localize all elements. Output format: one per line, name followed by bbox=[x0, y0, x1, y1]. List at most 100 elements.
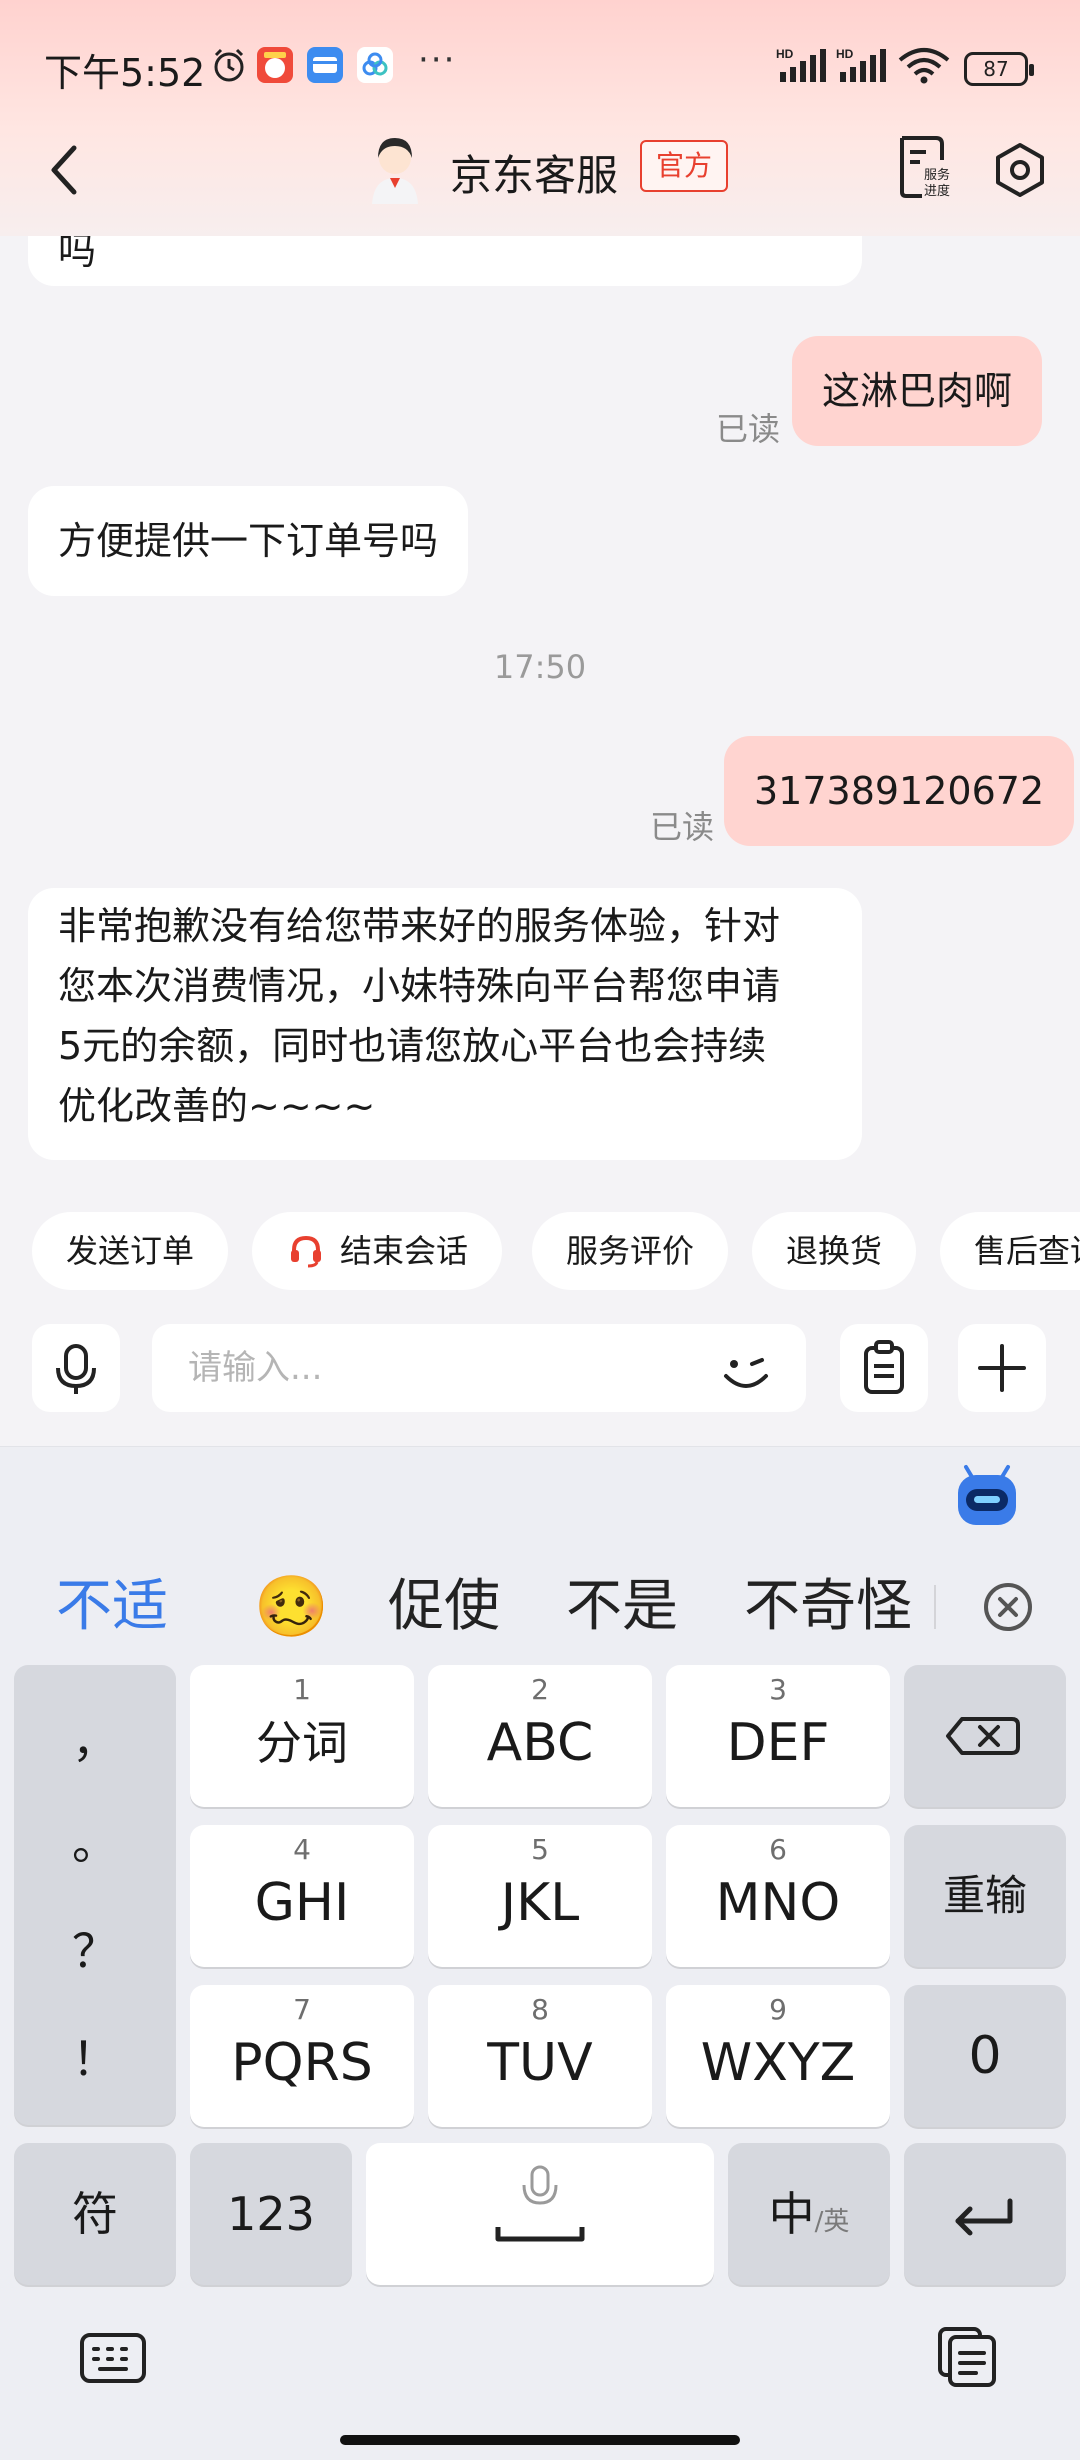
clipboard-icon bbox=[864, 1340, 904, 1394]
agent-avatar[interactable] bbox=[364, 132, 426, 204]
key-2-abc[interactable]: 2 ABC bbox=[428, 1665, 652, 1807]
service-progress-button[interactable]: 服务 进度 bbox=[896, 134, 956, 200]
enter-key[interactable] bbox=[904, 2143, 1066, 2285]
key-zero[interactable]: 0 bbox=[904, 1985, 1066, 2127]
key-5-jkl[interactable]: 5 JKL bbox=[428, 1825, 652, 1967]
key-label: ABC bbox=[486, 1713, 594, 1773]
message-bubble-agent[interactable]: 非常抱歉没有给您带来好的服务体验，针对 您本次消费情况，小妹特殊向平台帮您申请 … bbox=[28, 888, 862, 1160]
keyboard-bottom-bar bbox=[0, 2307, 1080, 2417]
key-number: 9 bbox=[769, 1993, 787, 2026]
battery-indicator: 87 bbox=[964, 52, 1034, 86]
key-number: 8 bbox=[531, 1993, 549, 2026]
key-label: TUV bbox=[487, 2033, 593, 2093]
wifi-icon bbox=[898, 48, 950, 84]
message-text: 吗 bbox=[58, 236, 97, 273]
key-label: 中 bbox=[768, 2187, 815, 2241]
message-bubble-mine[interactable]: 这淋巴肉啊 bbox=[792, 336, 1043, 446]
candidate-word[interactable]: 不是 bbox=[566, 1557, 678, 1657]
candidate-word[interactable]: 促使 bbox=[388, 1557, 500, 1657]
quick-reply-end-session[interactable]: 结束会话 bbox=[252, 1212, 503, 1290]
space-key[interactable] bbox=[366, 2143, 714, 2285]
chat-area[interactable]: 吗 已读 这淋巴肉啊 方便提供一下订单号吗 17:50 已读 317389120… bbox=[0, 236, 1080, 1196]
punct-key[interactable]: ， bbox=[14, 1705, 176, 1771]
clipboard-button[interactable] bbox=[840, 1324, 928, 1412]
chip-label: 结束会话 bbox=[340, 1232, 469, 1270]
headset-icon bbox=[291, 1235, 321, 1268]
key-7-pqrs[interactable]: 7 PQRS bbox=[190, 1985, 414, 2127]
more-actions-button[interactable] bbox=[958, 1324, 1046, 1412]
key-1-segment[interactable]: 1 分词 bbox=[190, 1665, 414, 1807]
candidate-emoji[interactable]: 🥴 bbox=[254, 1557, 329, 1657]
clipboard-manager-icon[interactable] bbox=[932, 2321, 1002, 2391]
language-switch-key[interactable]: 中/英 bbox=[728, 2143, 890, 2285]
numbers-key[interactable]: 123 bbox=[190, 2143, 352, 2285]
key-label: PQRS bbox=[231, 2033, 373, 2093]
quick-reply-row: 发送订单 结束会话 服务评价 退换货 售后查询 bbox=[0, 1212, 1080, 1292]
candidate-word[interactable]: 不适 bbox=[56, 1557, 168, 1657]
punctuation-column: ， 。 ？ ！ bbox=[14, 1665, 176, 2125]
network-2-label: HD bbox=[836, 47, 854, 61]
key-8-tuv[interactable]: 8 TUV bbox=[428, 1985, 652, 2127]
key-9-wxyz[interactable]: 9 WXYZ bbox=[666, 1985, 890, 2127]
voice-input-button[interactable] bbox=[32, 1324, 120, 1412]
key-label: GHI bbox=[254, 1873, 350, 1933]
enter-icon bbox=[955, 2198, 1013, 2236]
message-bubble-agent[interactable]: 吗 bbox=[28, 236, 862, 286]
key-number: 6 bbox=[769, 1833, 787, 1866]
key-label: 符 bbox=[72, 2187, 118, 2241]
ime-assistant-icon[interactable] bbox=[952, 1461, 1022, 1531]
settings-hex-icon[interactable] bbox=[992, 142, 1048, 198]
backspace-icon bbox=[946, 1717, 1020, 1755]
back-button[interactable] bbox=[36, 134, 96, 204]
punct-key[interactable]: ？ bbox=[14, 1915, 176, 1981]
key-number: 3 bbox=[769, 1673, 787, 1706]
home-indicator[interactable] bbox=[340, 2435, 740, 2445]
read-status: 已读 bbox=[650, 808, 715, 846]
message-line: 优化改善的~~~~ bbox=[58, 1084, 376, 1128]
key-label: 重输 bbox=[942, 1871, 1027, 1920]
chip-label: 发送订单 bbox=[66, 1232, 195, 1270]
punct-key[interactable]: ！ bbox=[14, 2023, 176, 2089]
read-status: 已读 bbox=[716, 410, 781, 448]
nav-bar: 京东客服 官方 服务 进度 bbox=[0, 120, 1080, 230]
quick-reply-after-sales[interactable]: 售后查询 bbox=[940, 1212, 1080, 1290]
key-number: 7 bbox=[293, 1993, 311, 2026]
message-bubble-agent[interactable]: 方便提供一下订单号吗 bbox=[28, 486, 469, 596]
backspace-key[interactable] bbox=[904, 1665, 1066, 1807]
page-title: 京东客服 bbox=[450, 151, 619, 200]
message-bubble-mine[interactable]: 317389120672 bbox=[724, 736, 1075, 846]
space-mic-icon bbox=[495, 2165, 585, 2242]
key-6-mno[interactable]: 6 MNO bbox=[666, 1825, 890, 1967]
microphone-icon bbox=[56, 1344, 96, 1394]
key-4-ghi[interactable]: 4 GHI bbox=[190, 1825, 414, 1967]
key-number: 5 bbox=[531, 1833, 549, 1866]
alarm-icon bbox=[214, 48, 244, 82]
close-candidates-icon[interactable] bbox=[982, 1581, 1034, 1633]
quick-reply-return-exchange[interactable]: 退换货 bbox=[752, 1212, 917, 1290]
chip-label: 服务评价 bbox=[566, 1232, 695, 1270]
chip-label: 退换货 bbox=[786, 1232, 883, 1270]
message-text: 这淋巴肉啊 bbox=[822, 369, 1013, 413]
key-label: DEF bbox=[726, 1713, 830, 1773]
message-input[interactable] bbox=[152, 1324, 806, 1412]
key-label: 123 bbox=[227, 2187, 315, 2241]
key-label: JKL bbox=[500, 1873, 580, 1933]
key-label: MNO bbox=[715, 1873, 841, 1933]
cloud-app-icon bbox=[357, 47, 393, 83]
emoji-icon[interactable] bbox=[718, 1344, 774, 1400]
svg-text:进度: 进度 bbox=[924, 183, 950, 199]
key-3-def[interactable]: 3 DEF bbox=[666, 1665, 890, 1807]
official-badge: 官方 bbox=[640, 140, 728, 192]
candidate-word[interactable]: 不奇怪 bbox=[744, 1557, 912, 1657]
keyboard-switch-icon[interactable] bbox=[78, 2329, 148, 2389]
punct-key[interactable]: 。 bbox=[14, 1807, 176, 1873]
quick-reply-send-order[interactable]: 发送订单 bbox=[32, 1212, 229, 1290]
wallet-app-icon bbox=[307, 47, 343, 83]
quick-reply-service-rating[interactable]: 服务评价 bbox=[532, 1212, 729, 1290]
key-number: 2 bbox=[531, 1673, 549, 1706]
status-time: 下午5:52 bbox=[44, 51, 206, 95]
reenter-key[interactable]: 重输 bbox=[904, 1825, 1066, 1967]
key-label: 0 bbox=[968, 2026, 1002, 2086]
key-number: 4 bbox=[293, 1833, 311, 1866]
symbols-key[interactable]: 符 bbox=[14, 2143, 176, 2285]
